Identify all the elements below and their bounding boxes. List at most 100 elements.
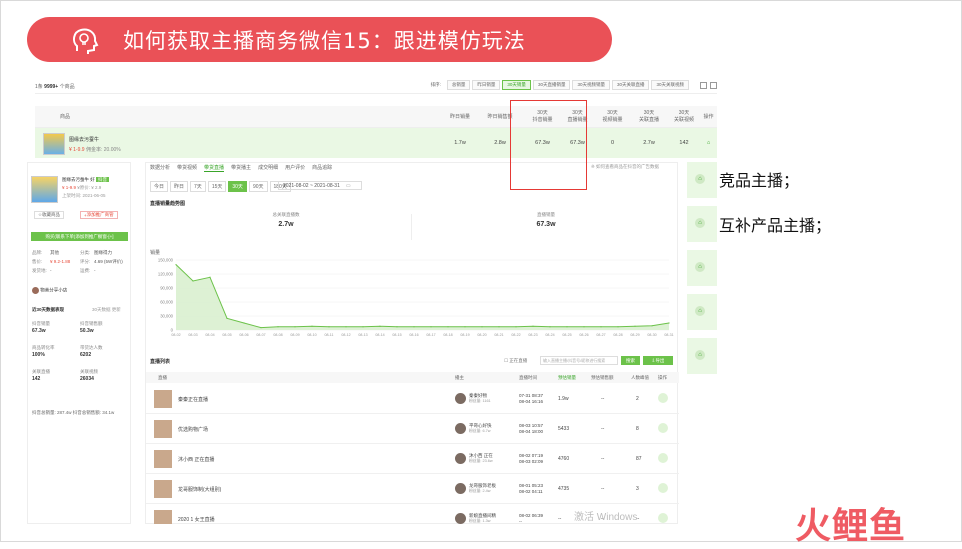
detail-tab[interactable]: 带货播主 [231,164,251,172]
date-range-input[interactable]: 2021-08-02 ~ 2021-08-31 ▭ [278,181,362,190]
brand-logo: 火鲤鱼 [795,506,907,547]
product-table-header: 商品 昨日销量 昨日销售额 30天 抖音销量 30天 直播销量 30天 视频销量 30天 关… [35,106,717,128]
sort-tab[interactable]: 30天直播销量 [532,80,571,90]
ad-data-hint[interactable]: ※ 如何查看商品在抖音的广告数据 [591,164,659,170]
shop-action-icon[interactable]: ⌂ [695,350,705,360]
live-now-checkbox[interactable]: ☐ 正在直播 [504,358,527,364]
data-point [294,326,296,328]
host-avatar[interactable] [455,453,466,464]
date-button[interactable]: 7天 [190,181,206,192]
detail-tab[interactable]: 数据分析 [150,164,170,172]
x-tick-label: 08-08 [273,333,282,337]
live-title[interactable]: 沐小西 正在直播 [178,456,214,463]
data-point [311,325,313,327]
live-cover[interactable] [154,390,172,408]
section-note: 30天数据 更新 [92,307,121,312]
date-button[interactable]: 30天 [228,181,247,192]
sort-tab[interactable]: 30天关联视频 [651,80,689,90]
sort-tab[interactable]: 总销量 [446,80,471,90]
live-row[interactable]: 龙哥服饰制(大组别) 龙哥服饰老板 粉丝量: 2.4w 08-01 05:23 08-… [146,474,679,504]
detail-tab[interactable]: 成交明细 [258,164,278,172]
live-title[interactable]: 优选购物广场 [178,426,208,433]
export-button[interactable]: ⇩ 导出 [643,356,673,365]
search-button[interactable]: 搜索 [621,356,640,365]
host-avatar[interactable] [455,513,466,524]
x-tick-label: 08-24 [545,333,554,337]
date-button[interactable]: 90天 [248,181,268,192]
sort-tab[interactable]: 昨日销量 [472,80,501,90]
date-button[interactable]: 昨日 [170,181,189,192]
row-action-icon[interactable] [658,423,668,433]
attr-label: 评分: [80,259,91,264]
live-time: 08-02 07:19 08-03 02:09 [519,453,544,464]
detail-price: ¥ 1-9.9 ¥原价: ¥ 2.9 [62,185,102,190]
live-row[interactable]: 秦秦正在直播 秦秦好物 粉丝量: 1161 07-31 08:37 08-04 16:… [146,384,679,414]
list-header-cell: 预估销售额 [591,375,614,380]
live-cover[interactable] [154,450,172,468]
product-title: 图缘去污蚕牛 好 [62,177,95,182]
host-avatar[interactable] [455,393,466,404]
detail-tab[interactable]: 带货直播 [204,164,225,172]
row-action-icon[interactable] [658,513,668,523]
host-avatar[interactable] [455,483,466,494]
attr-label: 发货地: [32,268,47,273]
add-to-showcase-bar[interactable]: 购买(联系下单)添加到推广橱窗-[+] [31,232,128,241]
x-tick-label: 08-09 [290,333,299,337]
product-name[interactable]: 图缘去污蚕牛 [69,136,99,143]
live-cover[interactable] [154,510,172,524]
live-title[interactable]: 龙哥服饰制(大组别) [178,486,221,493]
y-tick-label: 0 [171,328,174,333]
shop-action-icon[interactable]: ⌂ [695,306,705,316]
x-tick-label: 08-22 [511,333,520,337]
live-title[interactable]: 秦秦正在直播 [178,396,208,403]
row-action-icon[interactable] [658,393,668,403]
date-button[interactable]: 今日 [150,181,169,192]
sort-tab[interactable]: 30天关联直播 [611,80,650,90]
row-action-icon[interactable] [658,483,668,493]
row-action-icon[interactable]: ⌂ [700,128,717,158]
live-row[interactable]: 优选购物广场 平哥心好快 粉丝量: 6.7w 08-03 10:57 08-04 18… [146,414,679,444]
x-tick-label: 08-02 [171,333,180,337]
live-search-input[interactable]: 输入直播主播/抖音号/昵称进行搜索 [540,356,618,365]
live-time: 08-01 05:23 08-02 04:11 [519,483,544,494]
live-cover[interactable] [154,420,172,438]
host-avatar[interactable] [455,423,466,434]
sort-tab[interactable]: 30天视频销量 [572,80,610,90]
list-view-icon[interactable] [710,82,717,89]
shop-name: 物美分享小店 [40,287,68,293]
shop-action-icon[interactable]: ⌂ [695,262,705,272]
detail-tab[interactable]: 带货视频 [177,164,197,172]
highlight-box [510,100,587,190]
product-table-row[interactable]: 1.7w 2.8w 67.3w 67.3w 0 2.7w 142 ⌂ [35,128,717,158]
data-point [243,322,245,324]
favorite-button[interactable]: ☆ 收藏商品 [34,211,65,219]
live-title[interactable]: 2020 1 女王直播 [178,516,215,523]
shop-action-icon[interactable]: ⌂ [695,174,705,184]
live-row[interactable]: 沐小西 正在直播 沐小西 正在 粉丝量: 23.6w 08-02 07:19 08-0… [146,444,679,474]
shop-avatar [32,287,39,294]
data-point [192,280,194,282]
date-button[interactable]: 15天 [207,181,227,192]
detail-tab[interactable]: 用户评价 [285,164,305,172]
data-point [515,326,517,328]
product-thumbnail[interactable] [43,133,65,155]
shop-row[interactable]: 物美分享小店 [32,287,67,294]
table-header-cell: 商品 [59,113,70,120]
live-cover[interactable] [154,480,172,498]
shop-action-icon[interactable]: ⌂ [695,218,705,228]
x-tick-label: 08-14 [375,333,384,337]
x-tick-label: 08-26 [579,333,588,337]
detail-tab[interactable]: 商品追踪 [312,164,332,172]
data-point [175,264,177,266]
sort-tab[interactable]: 30天销量 [502,80,531,90]
data-point [447,326,449,328]
table-header-cell: 30天 视频销量 [602,110,623,123]
row-action-icon[interactable] [658,453,668,463]
x-tick-label: 08-20 [477,333,486,337]
list-header-cell[interactable]: 预估销量 [558,375,576,381]
est-amount: -- [601,426,605,432]
add-promo-button[interactable]: + 添加推广商管 [80,211,118,219]
peak-viewers: 3 [636,486,639,492]
grid-view-icon[interactable] [700,82,707,89]
x-tick-label: 08-05 [222,333,231,337]
